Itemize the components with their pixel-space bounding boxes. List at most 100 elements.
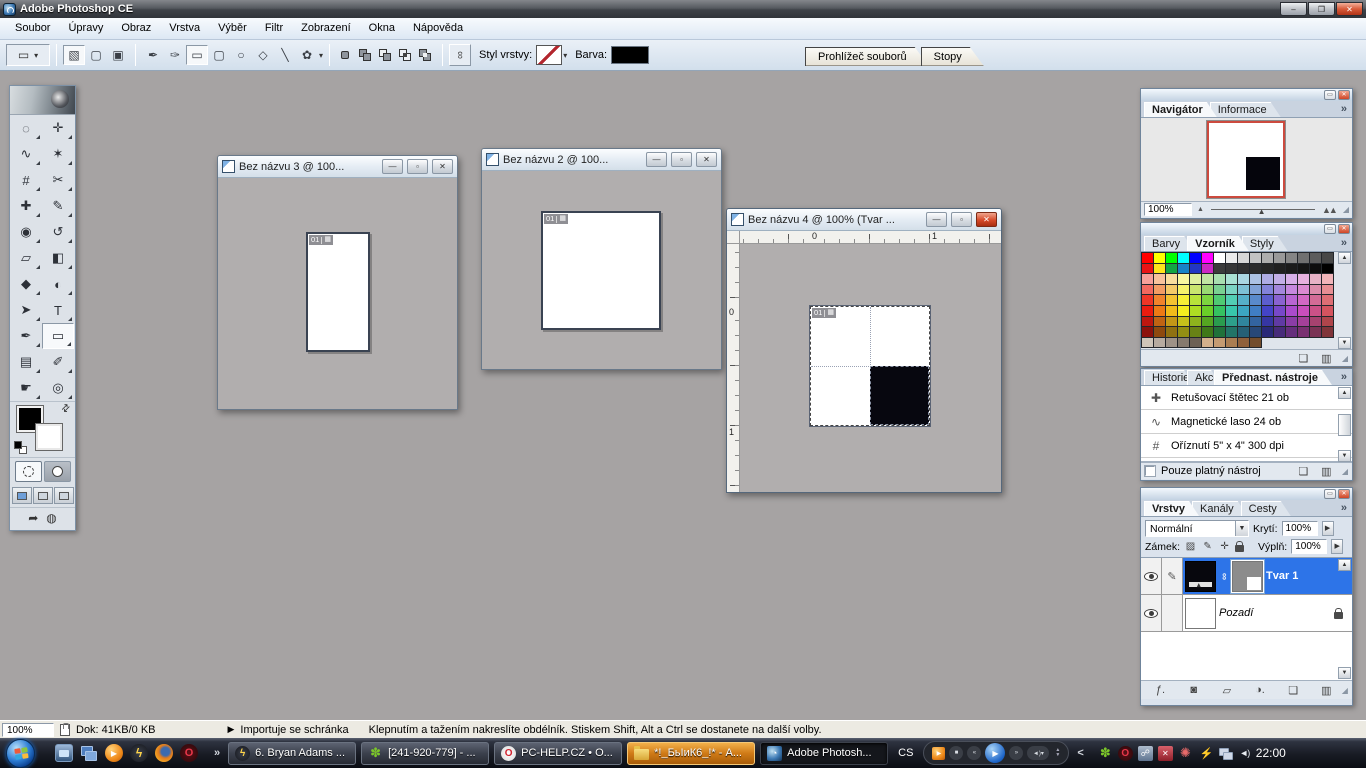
new-layer-icon[interactable]: ❏ — [1286, 684, 1301, 697]
menu-upravy[interactable]: Úpravy — [59, 18, 112, 39]
preset-magneticke-laso-24-ob[interactable]: ∿Magnetické laso 24 ob — [1141, 410, 1352, 434]
previous-button[interactable]: « — [967, 746, 981, 760]
visibility-eye-icon[interactable] — [1144, 572, 1158, 581]
color-swatch[interactable] — [1321, 326, 1334, 338]
quick-mask-mode-button[interactable] — [44, 461, 71, 482]
zoom-in-icon[interactable]: ▲▲ — [1322, 205, 1336, 215]
link-icon[interactable]: ∞ — [1219, 571, 1230, 581]
volume-button[interactable]: ◄)▾ — [1027, 746, 1049, 760]
dodge-tool[interactable]: ◐ — [42, 271, 74, 297]
tray-chevron[interactable]: < — [1077, 747, 1083, 759]
eyedropper-tool[interactable]: ✐ — [42, 349, 74, 375]
tab-styly[interactable]: Styly — [1242, 236, 1288, 251]
slice-tool[interactable]: ✂ — [42, 167, 74, 193]
fill-pixels-mode-button[interactable]: ▣ — [107, 45, 129, 65]
tab-historie[interactable]: Historie — [1144, 370, 1194, 385]
scrollbar[interactable]: ▲ ▼ — [1338, 559, 1351, 679]
tab-vrstvy[interactable]: Vrstvy — [1144, 501, 1199, 516]
resize-grip[interactable]: ◢ — [1342, 686, 1348, 695]
minimize-button[interactable]: — — [926, 212, 947, 227]
lock-all-icon[interactable] — [1235, 545, 1244, 552]
standard-screen-button[interactable] — [12, 487, 32, 504]
combine-new-button[interactable] — [337, 48, 355, 63]
blend-mode-select[interactable]: Normální ▼ — [1145, 520, 1249, 537]
opacity-arrow-button[interactable]: ▶ — [1322, 521, 1334, 536]
panel-close-button[interactable] — [1338, 489, 1350, 499]
pinwheel-tray-icon[interactable] — [1178, 746, 1193, 761]
navigator-proxy-view[interactable] — [1207, 121, 1285, 198]
layer-thumbnail[interactable] — [1185, 598, 1216, 629]
chevron-down-icon[interactable]: ▾ — [319, 51, 323, 60]
zoom-out-icon[interactable]: ▲ — [1197, 206, 1204, 213]
elliptical-marquee-tool[interactable]: ◌ — [10, 115, 42, 141]
jump-to-imageready[interactable]: ➦ ◍ — [10, 507, 75, 528]
trash-icon[interactable]: ▥ — [1319, 684, 1334, 697]
minimize-button[interactable]: – — [1280, 2, 1307, 16]
fill-field[interactable]: 100% — [1291, 539, 1327, 554]
tab-barvy[interactable]: Barvy — [1144, 236, 1194, 251]
healing-brush-tool[interactable]: ✚ — [10, 193, 42, 219]
background-color-chip[interactable] — [36, 424, 62, 450]
resize-grip[interactable]: ◢ — [1342, 354, 1348, 363]
crop-tool[interactable]: # — [10, 167, 42, 193]
link-icon[interactable]: ∞ — [449, 44, 471, 66]
start-button[interactable] — [6, 739, 35, 768]
fill-arrow-button[interactable]: ▶ — [1331, 539, 1343, 554]
tab-navigator[interactable]: Navigátor — [1144, 102, 1217, 117]
trash-icon[interactable]: ▥ — [1319, 465, 1334, 478]
window-switcher-quicklaunch-icon[interactable] — [80, 744, 98, 762]
polygon-tool-button[interactable]: ◇ — [252, 45, 274, 65]
maximize-button[interactable]: ▫ — [671, 152, 692, 167]
opacity-field[interactable]: 100% — [1282, 521, 1318, 536]
opera-tray-icon[interactable] — [1118, 746, 1133, 761]
magic-wand-tool[interactable]: ✶ — [42, 141, 74, 167]
scroll-down-icon[interactable]: ▼ — [1338, 667, 1351, 679]
combine-subtract-button[interactable] — [377, 48, 395, 63]
document-window-bez-nazvu-4[interactable]: Bez názvu 4 @ 100% (Tvar ... — ▫ ✕ 0 1 0… — [726, 208, 1002, 493]
toolbar-expand-buttons[interactable]: ▲▼ — [1055, 748, 1060, 758]
lasso-tool[interactable]: ∿ — [10, 141, 42, 167]
preset-oriznuti-5-x-4-300-dpi[interactable]: #Oříznutí 5" x 4" 300 dpi — [1141, 434, 1352, 458]
messenger-tray-icon[interactable] — [1138, 746, 1153, 761]
pen-tool-button[interactable]: ✒ — [142, 45, 164, 65]
zoom-tool[interactable]: ◎ — [42, 375, 74, 401]
layer-style-swatch[interactable] — [536, 45, 562, 65]
maximize-button[interactable]: ▫ — [951, 212, 972, 227]
paths-mode-button[interactable]: ▢ — [85, 45, 107, 65]
shape-layers-mode-button[interactable]: ▧ — [63, 45, 85, 65]
quicklaunch-overflow-chevron[interactable]: » — [214, 747, 220, 759]
document-window-bez-nazvu-2[interactable]: Bez názvu 2 @ 100... — ▫ ✕ 01▦ — [481, 148, 722, 370]
scroll-up-icon[interactable]: ▲ — [1338, 559, 1351, 571]
vertical-ruler[interactable]: 0 1 — [727, 244, 740, 492]
lock-position-icon[interactable]: ✛ — [1218, 541, 1231, 552]
menu-napoveda[interactable]: Nápověda — [404, 18, 472, 39]
scroll-up-icon[interactable]: ▲ — [1338, 387, 1351, 399]
layer-group-folder-icon[interactable]: ▱ — [1219, 684, 1234, 697]
panel-minimize-button[interactable] — [1324, 90, 1336, 100]
swap-colors-icon[interactable]: ⇄ — [59, 402, 73, 416]
layer-row-pozadi[interactable]: Pozadí — [1141, 595, 1352, 632]
media-player-quicklaunch-icon[interactable] — [105, 744, 123, 762]
custom-shape-tool-button[interactable]: ✿ — [296, 45, 318, 65]
tool-preset-picker[interactable]: ▭ ▾ — [6, 44, 50, 66]
hand-tool[interactable]: ☛ — [10, 375, 42, 401]
taskbar-task-adobe-photosh[interactable]: Adobe Photosh... — [760, 742, 888, 765]
horizontal-ruler[interactable]: 0 1 — [740, 231, 1001, 244]
trash-icon[interactable]: ▥ — [1319, 352, 1334, 365]
default-colors-icon[interactable] — [14, 441, 27, 454]
minimize-button[interactable]: — — [646, 152, 667, 167]
zoom-slider[interactable]: ▲ — [1209, 205, 1317, 215]
rectangle-tool[interactable]: ▭ — [42, 323, 74, 349]
minimize-button[interactable]: — — [382, 159, 403, 174]
adobe-artwork-header[interactable] — [10, 86, 75, 115]
menu-soubor[interactable]: Soubor — [6, 18, 59, 39]
vector-mask-thumbnail[interactable] — [1232, 561, 1263, 592]
document-title-bar[interactable]: Bez názvu 3 @ 100... — ▫ ✕ — [218, 156, 457, 178]
tab-prednast-nastroje[interactable]: Přednast. nástroje — [1214, 370, 1332, 385]
menu-vrstva[interactable]: Vrstva — [160, 18, 209, 39]
show-desktop-quicklaunch-icon[interactable] — [55, 744, 73, 762]
layer-thumbnail[interactable] — [1185, 561, 1216, 592]
tab-informace[interactable]: Informace — [1210, 102, 1281, 117]
taskbar-task-pc-help-cz-o[interactable]: PC-HELP.CZ • O... — [494, 742, 622, 765]
scroll-up-icon[interactable]: ▲ — [1338, 252, 1351, 264]
